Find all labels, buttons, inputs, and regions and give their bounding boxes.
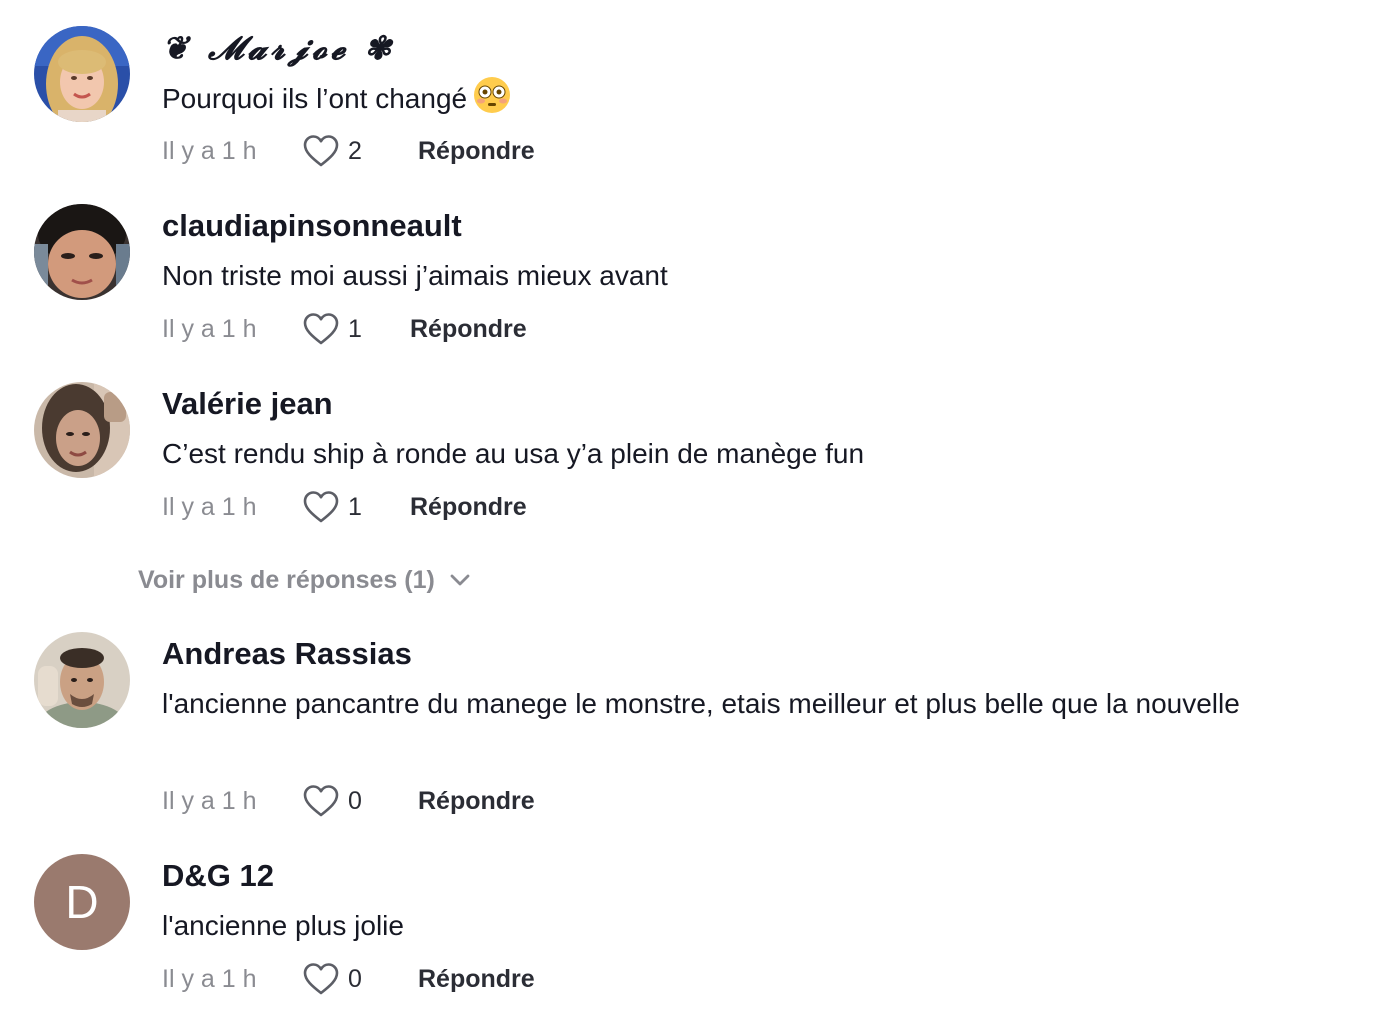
comment-text: Pourquoi ils l’ont changé [162,76,1312,127]
timestamp: Il y a 1 h [162,314,257,343]
comment-text: l'ancienne pancantre du manege le monstr… [162,688,1240,719]
timestamp: Il y a 1 h [162,136,257,165]
like-button[interactable]: 1 [302,490,370,524]
heart-icon [303,785,339,817]
comment-meta: Il y a 1 h 1 Répondre [162,309,527,349]
avatar-image [34,204,130,300]
avatar-image [34,632,130,728]
avatar[interactable] [34,26,130,122]
flushed-face-emoji-icon [473,76,511,127]
heart-icon [303,135,339,167]
comment-text: Non triste moi aussi j’aimais mieux avan… [162,260,668,291]
avatar[interactable] [34,382,130,478]
username[interactable]: Andreas Rassias [162,636,412,672]
avatar-image [34,26,130,122]
avatar[interactable] [34,632,130,728]
comment-text: C’est rendu ship à ronde au usa y’a plei… [162,438,865,469]
avatar[interactable] [34,204,130,300]
like-button[interactable]: 1 [302,312,370,346]
timestamp: Il y a 1 h [162,492,257,521]
username[interactable]: ❦ 𝓜𝓪𝓻𝓳𝓸𝓮 ✾ [162,30,395,66]
username[interactable]: claudiapinsonneault [162,208,462,244]
comment-meta: Il y a 1 h 0 Répondre [162,781,535,821]
comment-text-content: Pourquoi ils l’ont changé [162,83,468,114]
timestamp: Il y a 1 h [162,786,257,815]
avatar-initial: D [65,876,99,928]
comment-meta: Il y a 1 h 0 Répondre [162,959,535,999]
reply-button[interactable]: Répondre [418,137,535,166]
username[interactable]: D&G 12 [162,858,274,894]
like-count: 1 [348,314,362,343]
like-count: 2 [348,136,362,165]
reply-button[interactable]: Répondre [418,787,535,816]
chevron-down-icon [450,574,470,586]
avatar[interactable]: D [34,854,130,950]
reply-button[interactable]: Répondre [410,493,527,522]
like-count: 1 [348,492,362,521]
reply-button[interactable]: Répondre [418,965,535,994]
view-more-replies-button[interactable]: Voir plus de réponses (1) [138,562,471,598]
reply-button[interactable]: Répondre [410,315,527,344]
heart-icon [303,963,339,995]
heart-icon [303,491,339,523]
comment-meta: Il y a 1 h 1 Répondre [162,487,527,527]
comment-meta: Il y a 1 h 2 Répondre [162,131,535,171]
timestamp: Il y a 1 h [162,964,257,993]
like-count: 0 [348,964,362,993]
comment-text: l'ancienne plus jolie [162,910,404,941]
heart-icon [303,313,339,345]
like-count: 0 [348,786,362,815]
like-button[interactable]: 2 [302,134,370,168]
username[interactable]: Valérie jean [162,386,333,422]
like-button[interactable]: 0 [302,784,370,818]
avatar-image [34,382,130,478]
view-more-replies-label: Voir plus de réponses (1) [138,565,435,594]
like-button[interactable]: 0 [302,962,370,996]
